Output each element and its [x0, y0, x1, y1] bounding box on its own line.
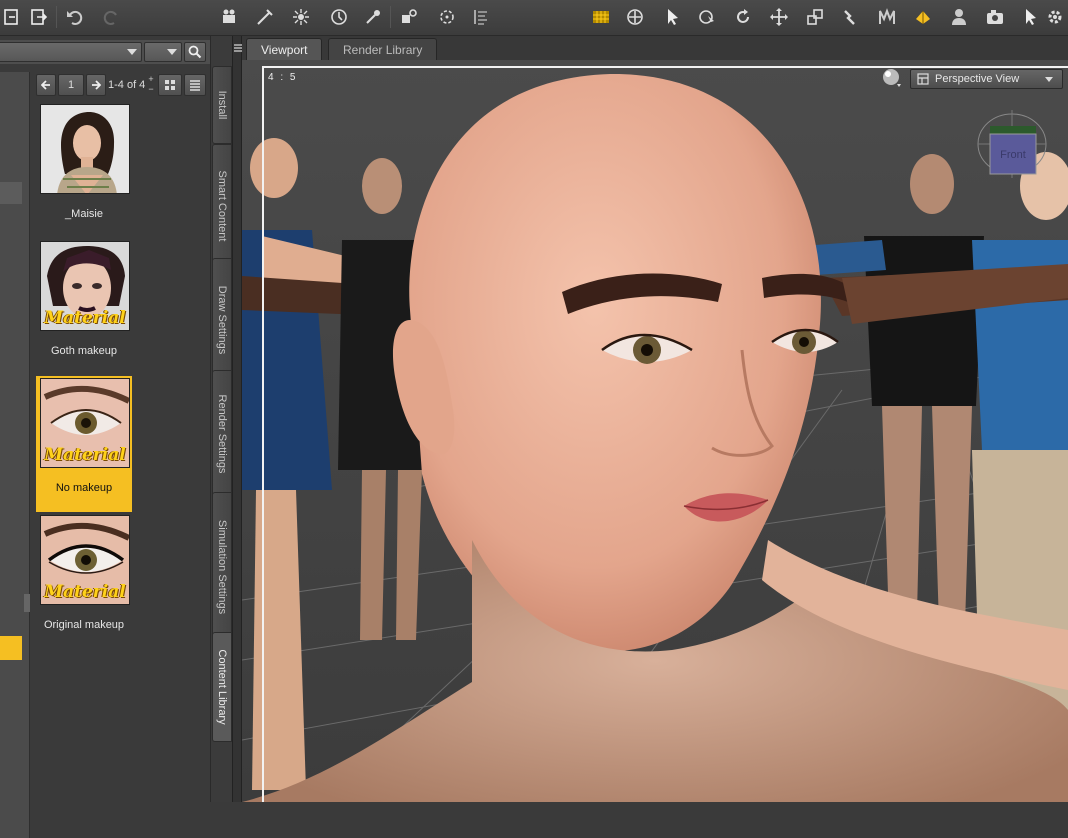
- redo-icon[interactable]: [98, 4, 124, 30]
- content-pager: 1 1-4 of 4 + −: [30, 74, 210, 98]
- translate-icon[interactable]: [766, 4, 792, 30]
- content-item-label: No makeup: [55, 482, 113, 494]
- point-light-icon[interactable]: [326, 4, 352, 30]
- distant-light-icon[interactable]: [288, 4, 314, 30]
- content-library-panel: 1 1-4 of 4 + − _Maisie Material Goth mak…: [0, 36, 210, 838]
- text-align-icon[interactable]: [468, 4, 494, 30]
- grid-view-icon: [165, 80, 175, 90]
- material-tag: Material: [44, 582, 126, 602]
- render-camera-icon[interactable]: [982, 4, 1008, 30]
- render-settings-icon[interactable]: [1042, 4, 1068, 30]
- scene-render: [242, 60, 1068, 802]
- search-button[interactable]: [184, 42, 206, 62]
- viewport-tab-bar: Viewport Render Library: [242, 36, 1068, 60]
- 3d-viewport[interactable]: 4 : 5 Perspective View Front: [242, 60, 1068, 802]
- arrow-left-icon: [41, 80, 50, 90]
- view-cube-label: Front: [1000, 149, 1026, 161]
- content-item-label: Original makeup: [43, 619, 125, 631]
- view-select-label: Perspective View: [935, 73, 1020, 85]
- tab-content-library[interactable]: Content Library: [212, 632, 232, 742]
- universal-grid-icon[interactable]: [588, 4, 614, 30]
- list-view-icon: [190, 80, 200, 91]
- aspect-ratio-label: 4 : 5: [268, 72, 298, 83]
- geometry-add-icon[interactable]: [396, 4, 422, 30]
- content-item-thumbnail: Material: [40, 515, 130, 605]
- joint-editor-icon[interactable]: [838, 4, 864, 30]
- scale-icon[interactable]: [802, 4, 828, 30]
- tab-render-settings[interactable]: Render Settings: [212, 370, 232, 498]
- list-view-button[interactable]: [184, 74, 206, 96]
- tab-simulation-settings[interactable]: Simulation Settings: [212, 492, 232, 642]
- spot-tool-icon[interactable]: [360, 4, 386, 30]
- page-stepper[interactable]: + −: [146, 74, 156, 96]
- main-toolbar: [0, 0, 1068, 36]
- content-item-thumbnail: Material: [40, 378, 130, 468]
- undo-icon[interactable]: [62, 4, 88, 30]
- content-item-thumbnail: Material: [40, 241, 130, 331]
- folder-tree-scrollbar[interactable]: [24, 594, 30, 612]
- arrow-right-icon: [92, 80, 101, 90]
- search-icon: [188, 45, 202, 59]
- material-tag: Material: [44, 308, 126, 328]
- pane-tab-strip: Install Smart Content Draw Settings Rend…: [210, 36, 232, 802]
- folder-tree-strip: [0, 72, 30, 838]
- folder-dropdown[interactable]: [0, 42, 142, 62]
- draw-style-button[interactable]: [882, 68, 902, 88]
- next-page-button[interactable]: [86, 74, 106, 96]
- sort-dropdown[interactable]: [144, 42, 182, 62]
- surface-brush-icon[interactable]: [910, 4, 936, 30]
- rotate-icon[interactable]: [730, 4, 756, 30]
- chevron-down-icon: [167, 49, 177, 55]
- export-icon[interactable]: [26, 4, 52, 30]
- rotate-view-icon[interactable]: [694, 4, 720, 30]
- prev-page-button[interactable]: [36, 74, 56, 96]
- tab-viewport[interactable]: Viewport: [246, 38, 323, 60]
- shading-sphere-icon: [883, 69, 901, 87]
- tab-render-library[interactable]: Render Library: [328, 38, 438, 60]
- chevron-down-icon: [1045, 77, 1053, 82]
- content-item-selected[interactable]: Material No makeup: [36, 376, 132, 512]
- page-number-field[interactable]: 1: [58, 74, 84, 96]
- folder-tree-selected-row[interactable]: [0, 182, 22, 204]
- view-frame-icon: [917, 73, 929, 85]
- new-file-icon[interactable]: [0, 4, 26, 30]
- content-item[interactable]: Material Original makeup: [36, 513, 132, 649]
- page-count: 1-4 of 4: [108, 79, 146, 91]
- morph-brush-icon[interactable]: [874, 4, 900, 30]
- view-cube[interactable]: Front: [976, 108, 1048, 180]
- content-filter-row: [0, 40, 210, 64]
- icon-view-button[interactable]: [158, 74, 182, 96]
- pointer-icon[interactable]: [660, 4, 686, 30]
- content-item[interactable]: Material Goth makeup: [36, 239, 132, 375]
- pane-splitter[interactable]: [232, 36, 242, 802]
- figure-camera-icon[interactable]: [216, 4, 242, 30]
- node-select-icon[interactable]: [622, 4, 648, 30]
- tab-install[interactable]: Install: [212, 66, 232, 144]
- region-node-icon[interactable]: [434, 4, 460, 30]
- tab-smart-content[interactable]: Smart Content: [212, 144, 232, 268]
- content-item-label: Goth makeup: [50, 345, 118, 357]
- content-item[interactable]: _Maisie: [36, 102, 132, 238]
- material-tag: Material: [44, 445, 126, 465]
- chevron-down-icon: [127, 49, 137, 55]
- tab-draw-settings[interactable]: Draw Settings: [212, 258, 232, 382]
- view-select-dropdown[interactable]: Perspective View: [910, 69, 1063, 89]
- figure-setup-icon[interactable]: [946, 4, 972, 30]
- spotlight-icon[interactable]: [252, 4, 278, 30]
- content-item-label: _Maisie: [65, 208, 103, 220]
- folder-tree-highlighted-row[interactable]: [0, 636, 22, 660]
- content-item-thumbnail: [40, 104, 130, 194]
- pointer-icon[interactable]: [1018, 4, 1044, 30]
